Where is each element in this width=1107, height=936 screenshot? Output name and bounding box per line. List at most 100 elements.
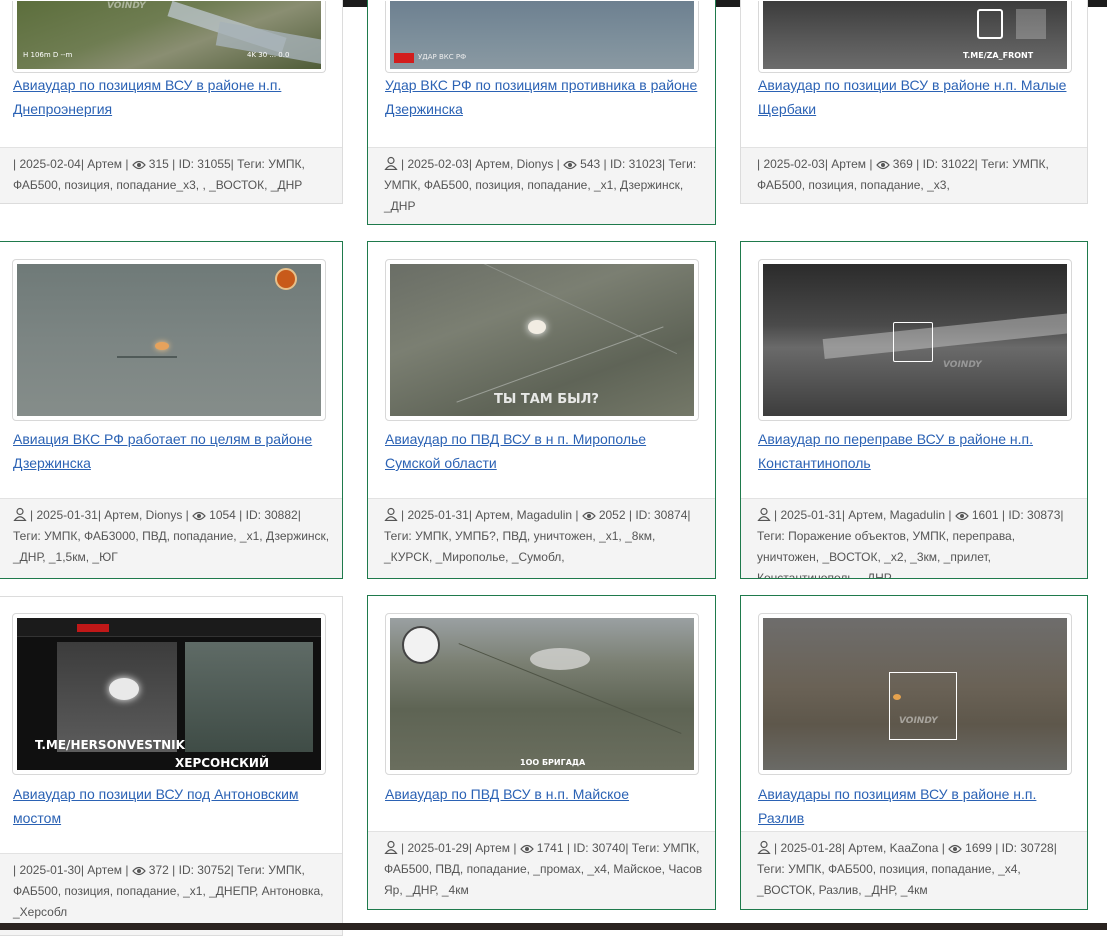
views: 1699: [965, 841, 992, 855]
video-id: 31022: [941, 157, 975, 171]
date: 2025-01-29: [407, 841, 469, 855]
thumbnail-image[interactable]: 1ОО БРИГАДА: [390, 618, 694, 770]
thumbnail-frame[interactable]: T.ME/HERSONVESTNIK ХЕРСОНСКИЙ ВЕСТНИК: [12, 613, 326, 775]
views: 1054: [209, 508, 236, 522]
drone-hud-left: H 106m D --m: [23, 51, 73, 59]
video-card-9: VOINDY Авиаудары по позициям ВСУ в район…: [740, 595, 1088, 910]
video-card-5: ТЫ ТАМ БЫЛ? Авиаудар по ПВД ВСУ в н п. М…: [367, 241, 716, 579]
video-title-link[interactable]: Авиация ВКС РФ работает по целям в район…: [13, 427, 333, 475]
tags: УМПК, ФАБ3000, ПВД, попадание, _x1, Дзер…: [13, 529, 330, 564]
video-id: 30882: [264, 508, 298, 522]
video-meta: | 2025-01-28| Артем, KaaZona | 1699 | ID…: [741, 831, 1087, 909]
thumbnail-image[interactable]: VOINDY: [763, 618, 1067, 770]
date: 2025-02-04: [19, 157, 81, 171]
video-card-8: 1ОО БРИГАДА Авиаудар по ПВД ВСУ в н.п. М…: [367, 595, 716, 910]
video-meta: | 2025-01-31| Артем, Magadulin | 1601 | …: [741, 498, 1087, 579]
person-icon: [757, 507, 771, 521]
video-meta: | 2025-02-03| Артем, Dionys | 543 | ID: …: [368, 147, 715, 224]
video-title-link[interactable]: Авиаудар по позициям ВСУ в районе н.п. Д…: [13, 73, 333, 121]
eye-icon: [955, 511, 969, 521]
date: 2025-01-31: [36, 508, 98, 522]
thumbnail-frame[interactable]: VOINDY: [758, 259, 1072, 421]
video-id: 31023: [628, 157, 663, 171]
author: Артем: [831, 157, 866, 171]
caption-overlay: ТЫ ТАМ БЫЛ?: [494, 392, 599, 407]
views: 315: [148, 157, 169, 171]
watermark: VOINDY: [943, 360, 982, 370]
video-id: 30874: [654, 508, 688, 522]
video-id: 30728: [1020, 841, 1054, 855]
eye-icon: [132, 866, 146, 876]
video-card-3: T.ME/ZA_FRONT Авиаудар по позиции ВСУ в …: [740, 0, 1088, 204]
views: 372: [148, 863, 169, 877]
watermark: VOINDY: [107, 1, 146, 11]
drone-hud-right: 4K 30 ... 0.0: [247, 51, 290, 59]
video-card-2: УДАР ВКС РФ Удар ВКС РФ по позициям прот…: [367, 0, 716, 225]
tags: Поражение объектов, УМПК, переправа, уни…: [757, 529, 1016, 579]
video-title-link[interactable]: Удар ВКС РФ по позициям противника в рай…: [385, 73, 705, 121]
thumbnail-frame[interactable]: ТЫ ТАМ БЫЛ?: [385, 259, 699, 421]
views: 1601: [971, 508, 999, 522]
author: Артем, Dionys: [475, 157, 554, 171]
video-title-link[interactable]: Авиаудар по переправе ВСУ в районе н.п. …: [758, 427, 1078, 475]
thumbnail-frame[interactable]: [12, 259, 326, 421]
video-title-link[interactable]: Авиаудар по ПВД ВСУ в н.п. Майское: [385, 782, 705, 806]
author: Артем: [87, 157, 122, 171]
video-meta: | 2025-02-04| Артем | 315 | ID: 31055| Т…: [0, 147, 342, 203]
video-title-link[interactable]: Авиаудар по позиции ВСУ под Антоновским …: [13, 782, 333, 830]
thumbnail-frame[interactable]: H 106m D --m 4K 30 ... 0.0 VOINDY: [12, 1, 326, 73]
person-icon: [384, 156, 398, 170]
author: Артем, Dionys: [104, 508, 183, 522]
video-card-6: VOINDY Авиаудар по переправе ВСУ в район…: [740, 241, 1088, 579]
views: 369: [892, 157, 913, 171]
tags: УМПК, УМПБ?, ПВД, уничтожен, _x1, _8км, …: [384, 529, 656, 564]
video-card-1: H 106m D --m 4K 30 ... 0.0 VOINDY Авиауд…: [0, 0, 343, 204]
date: 2025-02-03: [407, 157, 469, 171]
person-icon: [13, 507, 27, 521]
author: Артем: [475, 841, 510, 855]
eye-icon: [563, 160, 577, 170]
author: Артем, Magadulin: [848, 508, 946, 522]
author: Артем, Magadulin: [475, 508, 576, 522]
thumbnail-frame[interactable]: T.ME/ZA_FRONT: [758, 1, 1072, 73]
date: 2025-01-31: [780, 508, 842, 522]
thumbnail-image[interactable]: [17, 264, 321, 416]
thumbnail-frame[interactable]: УДАР ВКС РФ: [385, 1, 699, 73]
video-id: 30873: [1027, 508, 1061, 522]
thumbnail-image[interactable]: VOINDY: [763, 264, 1067, 416]
thumbnail-image[interactable]: УДАР ВКС РФ: [390, 1, 694, 69]
thumbnail-frame[interactable]: 1ОО БРИГАДА: [385, 613, 699, 775]
thumbnail-frame[interactable]: VOINDY: [758, 613, 1072, 775]
video-title-link[interactable]: Авиаудары по позициям ВСУ в районе н.п. …: [758, 782, 1078, 830]
video-meta: | 2025-01-31| Артем, Magadulin | 2052 | …: [368, 498, 715, 578]
eye-icon: [520, 844, 534, 854]
date: 2025-02-03: [763, 157, 825, 171]
unit-watermark: 1ОО БРИГАДА: [520, 758, 586, 767]
tags: УМПК, ФАБ500, позиция, попадание, _x4, _…: [757, 862, 1021, 897]
eye-icon: [948, 844, 962, 854]
thumbnail-image[interactable]: T.ME/ZA_FRONT: [763, 1, 1067, 69]
caption-overlay: УДАР ВКС РФ: [418, 53, 467, 61]
tags: УМПК, ФАБ500, позиция, попадание, _x1, Д…: [384, 178, 684, 213]
thumbnail-image[interactable]: ТЫ ТАМ БЫЛ?: [390, 264, 694, 416]
video-title-link[interactable]: Авиаудар по позиции ВСУ в районе н.п. Ма…: [758, 73, 1078, 121]
video-card-7: T.ME/HERSONVESTNIK ХЕРСОНСКИЙ ВЕСТНИК Ав…: [0, 596, 343, 936]
watermark: T.ME/ZA_FRONT: [963, 51, 1034, 60]
eye-icon: [582, 511, 596, 521]
video-meta: | 2025-02-03| Артем | 369 | ID: 31022| Т…: [741, 147, 1087, 203]
video-title-link[interactable]: Авиаудар по ПВД ВСУ в н п. Миропольe Сум…: [385, 427, 705, 475]
date: 2025-01-31: [407, 508, 469, 522]
thumbnail-image[interactable]: H 106m D --m 4K 30 ... 0.0 VOINDY: [17, 1, 321, 69]
date: 2025-01-28: [780, 841, 842, 855]
video-id: 30752: [197, 863, 231, 877]
video-card-4: Авиация ВКС РФ работает по целям в район…: [0, 241, 343, 579]
channel-name: ХЕРСОНСКИЙ ВЕСТНИК: [175, 756, 269, 770]
thumbnail-image[interactable]: T.ME/HERSONVESTNIK ХЕРСОНСКИЙ ВЕСТНИК: [17, 618, 321, 770]
date: 2025-01-30: [19, 863, 81, 877]
video-id: 31055: [197, 157, 231, 171]
person-icon: [757, 840, 771, 854]
views: 543: [580, 157, 601, 171]
bottom-edge: [0, 923, 1107, 930]
person-icon: [384, 840, 398, 854]
views: 1741: [536, 841, 564, 855]
